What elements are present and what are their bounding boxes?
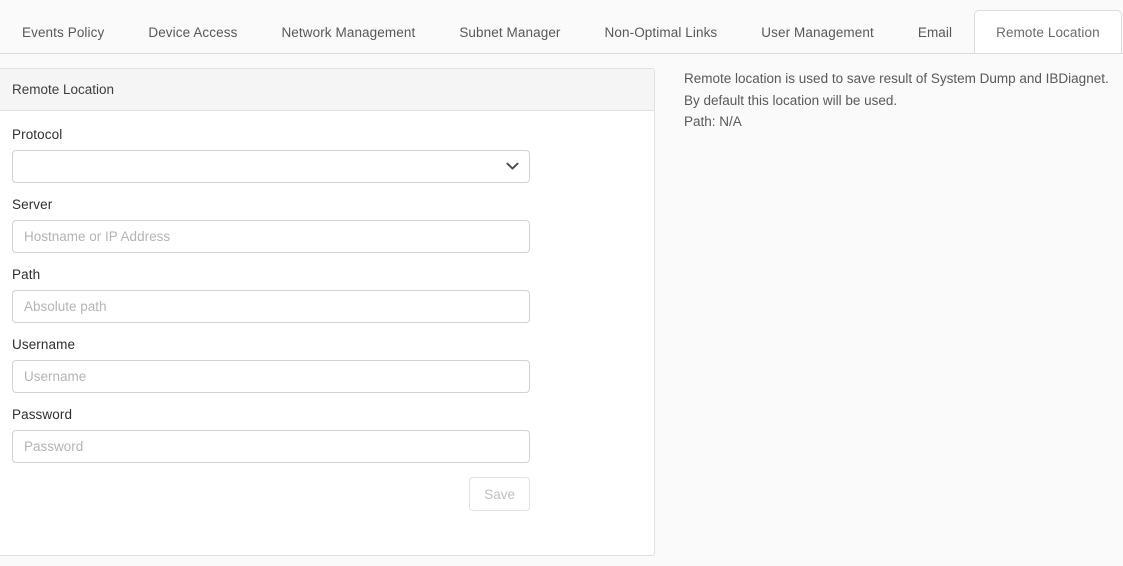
server-label: Server: [12, 197, 642, 212]
description-line-1: Remote location is used to save result o…: [684, 68, 1114, 90]
password-label: Password: [12, 407, 642, 422]
field-username: Username: [12, 337, 642, 393]
remote-location-panel: Remote Location Protocol Server: [0, 68, 655, 556]
settings-content-area: Remote Location Protocol Server: [0, 54, 1123, 566]
field-password: Password: [12, 407, 642, 463]
field-protocol: Protocol: [12, 127, 642, 183]
settings-tab-bar: Events Policy Device Access Network Mana…: [0, 0, 1123, 54]
description-path: Path: N/A: [684, 111, 1114, 133]
tab-non-optimal-links[interactable]: Non-Optimal Links: [583, 10, 740, 53]
server-input[interactable]: [12, 220, 530, 253]
tab-events-policy[interactable]: Events Policy: [0, 10, 126, 53]
tab-email[interactable]: Email: [896, 10, 974, 53]
field-path: Path: [12, 267, 642, 323]
remote-location-form: Protocol Server Path: [0, 111, 654, 511]
username-label: Username: [12, 337, 642, 352]
username-input[interactable]: [12, 360, 530, 393]
save-button[interactable]: Save: [469, 477, 530, 511]
panel-header: Remote Location: [0, 69, 654, 111]
path-label: Path: [12, 267, 642, 282]
form-actions: Save: [12, 477, 530, 511]
panel-title: Remote Location: [12, 82, 114, 97]
tab-device-access[interactable]: Device Access: [126, 10, 259, 53]
protocol-select-wrapper: [12, 150, 530, 183]
tab-subnet-manager[interactable]: Subnet Manager: [437, 10, 582, 53]
tab-user-management[interactable]: User Management: [739, 10, 896, 53]
description-line-2: By default this location will be used.: [684, 90, 1114, 112]
path-input[interactable]: [12, 290, 530, 323]
tab-network-management[interactable]: Network Management: [259, 10, 437, 53]
protocol-label: Protocol: [12, 127, 642, 142]
tab-remote-location[interactable]: Remote Location: [974, 10, 1122, 54]
protocol-select[interactable]: [12, 150, 530, 183]
password-input[interactable]: [12, 430, 530, 463]
remote-location-description: Remote location is used to save result o…: [684, 68, 1114, 133]
field-server: Server: [12, 197, 642, 253]
